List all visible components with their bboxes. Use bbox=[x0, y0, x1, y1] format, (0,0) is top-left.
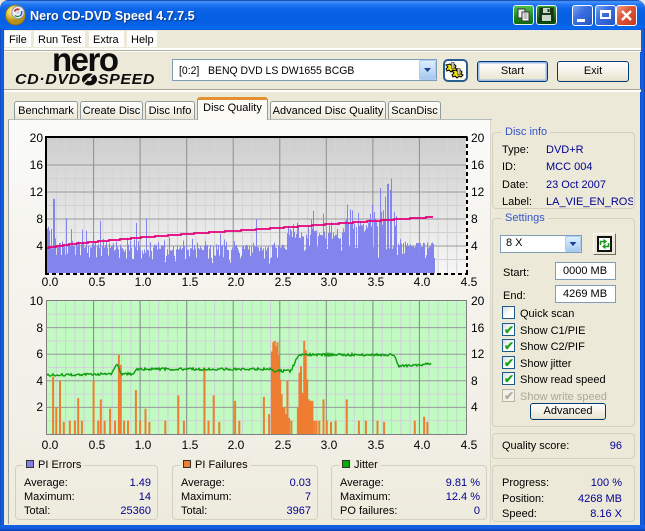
svg-text:4.5: 4.5 bbox=[461, 438, 478, 452]
svg-text:12: 12 bbox=[30, 185, 44, 199]
svg-text:20: 20 bbox=[30, 131, 44, 145]
svg-text:1.5: 1.5 bbox=[182, 275, 199, 289]
svg-text:4: 4 bbox=[36, 239, 43, 253]
svg-text:8: 8 bbox=[36, 321, 43, 335]
svg-text:4.0: 4.0 bbox=[414, 438, 431, 452]
svg-text:0.5: 0.5 bbox=[89, 275, 106, 289]
svg-text:8: 8 bbox=[471, 212, 478, 226]
svg-text:3.5: 3.5 bbox=[368, 438, 385, 452]
svg-text:6: 6 bbox=[36, 347, 43, 361]
svg-text:2: 2 bbox=[36, 400, 43, 414]
svg-text:2.0: 2.0 bbox=[228, 275, 245, 289]
svg-text:0.0: 0.0 bbox=[42, 275, 59, 289]
svg-text:4: 4 bbox=[471, 400, 478, 414]
svg-text:20: 20 bbox=[471, 294, 485, 308]
svg-text:4: 4 bbox=[471, 239, 478, 253]
svg-text:10: 10 bbox=[30, 294, 44, 308]
svg-text:3.0: 3.0 bbox=[321, 438, 338, 452]
svg-text:3.5: 3.5 bbox=[368, 275, 385, 289]
svg-text:8: 8 bbox=[36, 212, 43, 226]
svg-text:4.0: 4.0 bbox=[414, 275, 431, 289]
svg-text:2.5: 2.5 bbox=[275, 275, 292, 289]
svg-text:20: 20 bbox=[471, 131, 485, 145]
svg-text:3.0: 3.0 bbox=[321, 275, 338, 289]
svg-text:4.5: 4.5 bbox=[461, 275, 478, 289]
svg-text:1.5: 1.5 bbox=[182, 438, 199, 452]
svg-text:0.0: 0.0 bbox=[42, 438, 59, 452]
svg-text:8: 8 bbox=[471, 374, 478, 388]
svg-text:12: 12 bbox=[471, 347, 485, 361]
svg-text:16: 16 bbox=[471, 321, 485, 335]
svg-text:1.0: 1.0 bbox=[135, 438, 152, 452]
svg-text:0.5: 0.5 bbox=[89, 438, 106, 452]
svg-text:2.5: 2.5 bbox=[275, 438, 292, 452]
svg-text:12: 12 bbox=[471, 185, 485, 199]
svg-text:16: 16 bbox=[30, 158, 44, 172]
svg-text:1.0: 1.0 bbox=[135, 275, 152, 289]
svg-text:4: 4 bbox=[36, 374, 43, 388]
svg-text:2.0: 2.0 bbox=[228, 438, 245, 452]
svg-text:16: 16 bbox=[471, 158, 485, 172]
